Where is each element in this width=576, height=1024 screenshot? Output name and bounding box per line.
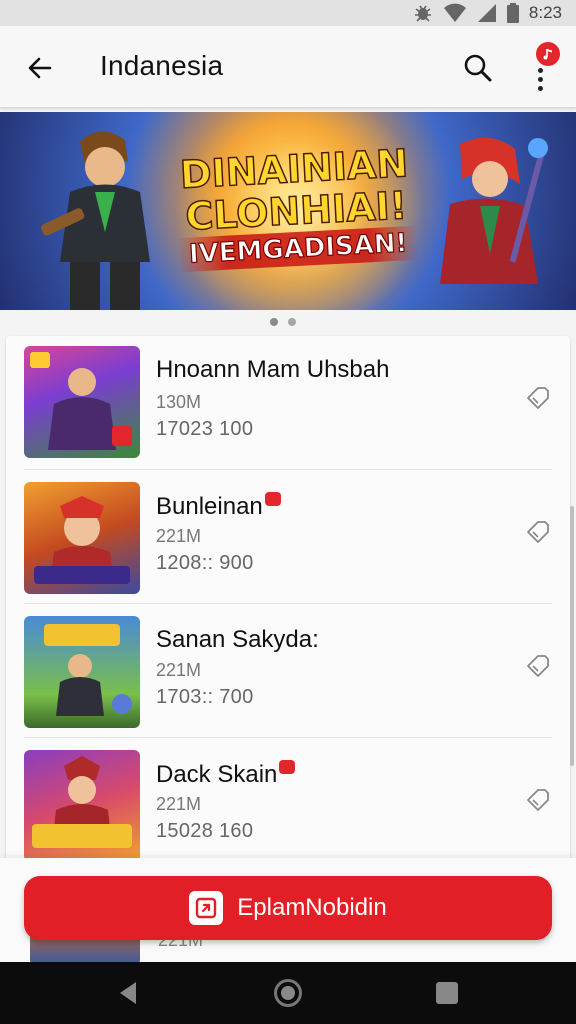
nav-recents-icon[interactable] — [436, 982, 458, 1004]
arrow-left-icon — [28, 57, 52, 79]
game-title: Bunleinan — [156, 492, 281, 521]
list-item[interactable]: Sanan Sakyda: 221M 1703:: 700 — [6, 604, 570, 738]
tag-icon — [527, 521, 549, 543]
list-item[interactable]: Hnoann Mam Uhsbah 130M 17023 100 — [6, 336, 570, 470]
search-button[interactable] — [456, 46, 500, 90]
game-list: Hnoann Mam Uhsbah 130M 17023 100 Bunlein… — [6, 336, 570, 866]
game-action-button[interactable] — [520, 648, 556, 684]
game-action-button[interactable] — [520, 380, 556, 416]
back-button[interactable] — [18, 46, 62, 90]
game-downloads: 1703:: 700 — [156, 686, 254, 708]
bug-icon — [414, 5, 431, 22]
page-title: Indanesia — [100, 50, 224, 81]
hero-left-illustration — [41, 131, 150, 310]
game-thumbnail — [24, 482, 140, 594]
new-badge — [279, 760, 296, 774]
wifi-icon — [443, 3, 466, 22]
app-bar: Indanesia — [0, 26, 576, 108]
tag-icon — [527, 789, 549, 811]
game-title-text: Dack Skain — [156, 761, 278, 788]
scrollbar[interactable] — [570, 506, 574, 766]
game-thumbnail — [24, 346, 140, 458]
status-time: 8:23 — [528, 3, 562, 22]
game-size: 130M — [156, 392, 202, 412]
game-downloads: 17023 100 — [156, 418, 254, 440]
game-title: Dack Skain — [156, 760, 296, 789]
banner-pager[interactable] — [270, 318, 296, 326]
install-icon — [189, 891, 224, 925]
system-nav-bar — [0, 962, 576, 1024]
list-item[interactable]: Bunleinan 221M 1208:: 900 — [6, 470, 570, 604]
new-badge — [264, 492, 281, 506]
nav-home-icon[interactable] — [274, 979, 302, 1007]
tag-icon — [527, 387, 549, 409]
game-thumbnail — [24, 616, 140, 728]
game-size: 221M — [156, 660, 202, 680]
game-title-text: Sanan Sakyda: — [156, 626, 319, 653]
game-downloads: 1208:: 900 — [156, 552, 254, 574]
game-thumbnail — [24, 750, 140, 862]
game-size: 221M — [156, 526, 202, 546]
pager-dot[interactable] — [270, 318, 278, 326]
game-title-text: Bunleinan — [156, 493, 263, 520]
status-icons: 8:23 — [413, 2, 562, 24]
promo-banner[interactable]: DINAINIAN CLONHIAI! IVEMGADISAN! — [0, 112, 576, 310]
game-title-text: Hnoann Mam Uhsbah — [156, 356, 390, 383]
primary-action-label: EplamNobidin — [237, 894, 387, 921]
notification-badge — [536, 42, 560, 66]
nav-back-icon[interactable] — [116, 980, 142, 1006]
search-icon — [464, 54, 492, 82]
game-title: Sanan Sakyda: — [156, 626, 319, 654]
game-size: 221M — [156, 794, 202, 814]
game-action-button[interactable] — [520, 782, 556, 818]
game-action-button[interactable] — [520, 514, 556, 550]
more-vertical-icon — [538, 68, 544, 91]
banner-headline: DINAINIAN CLONHIAI! IVEMGADISAN! — [173, 140, 419, 273]
primary-action-button[interactable]: EplamNobidin — [24, 876, 552, 940]
status-bar: 8:23 — [0, 0, 576, 26]
hero-right-illustration — [440, 137, 548, 284]
signal-icon — [477, 4, 496, 22]
tag-icon — [527, 655, 549, 677]
list-item[interactable]: Dack Skain 221M 15028 160 — [6, 738, 570, 866]
game-title: Hnoann Mam Uhsbah — [156, 356, 389, 384]
more-options-button[interactable] — [524, 42, 560, 94]
battery-icon — [506, 3, 519, 23]
pager-dot[interactable] — [288, 318, 296, 326]
game-downloads: 15028 160 — [156, 820, 254, 842]
music-note-icon — [543, 49, 552, 60]
